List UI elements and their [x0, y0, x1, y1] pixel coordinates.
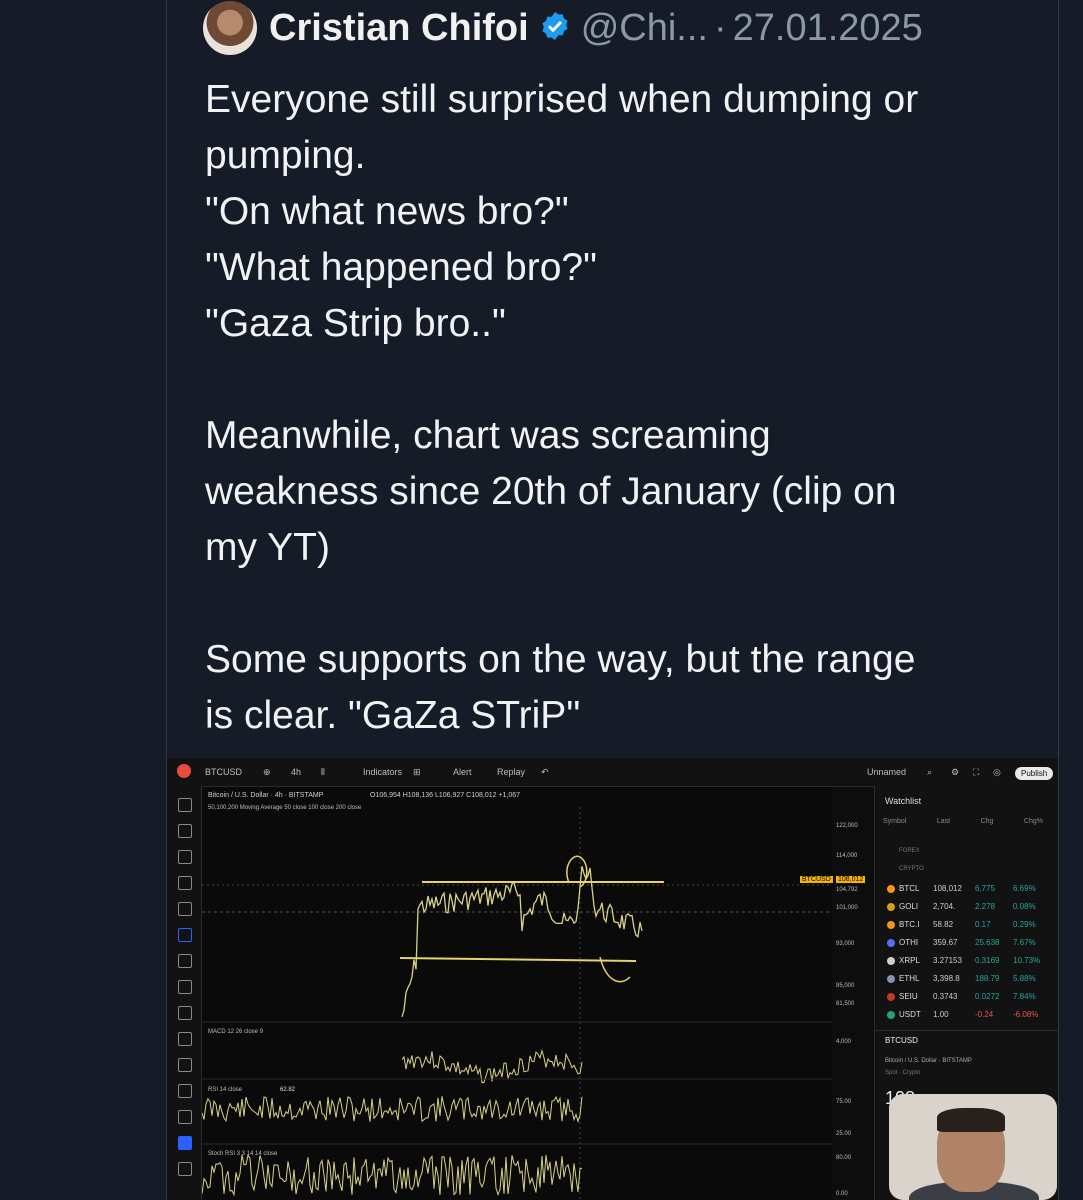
column-divider-right	[1058, 0, 1059, 1200]
watchlist-row[interactable]: GOLI 2,704. 2.278 0.08%	[887, 902, 1036, 916]
price-tick: 114,000	[836, 853, 858, 859]
rsi-value: 62.82	[280, 1087, 296, 1093]
lock-icon[interactable]	[178, 1084, 192, 1098]
emoji-icon[interactable]	[178, 980, 192, 994]
author-name[interactable]: Cristian Chifoi	[269, 7, 529, 50]
watchlist-row[interactable]: ETHL 3,398.8 188.79 5.88%	[887, 974, 1036, 988]
price-tick: 85,000	[836, 983, 855, 989]
rsi-tick: 25.00	[836, 1131, 852, 1137]
current-price-symbol: BTCUSD	[800, 876, 833, 883]
text-icon[interactable]	[178, 954, 192, 968]
templates-icon[interactable]: ⊞	[413, 767, 421, 778]
undo-icon[interactable]: ↶	[541, 767, 549, 778]
stoch-legend: Stoch RSI 3 3 14 14 close	[208, 1151, 278, 1157]
macd-legend: MACD 12 26 close 9	[208, 1029, 264, 1035]
chart-toolbar: BTCUSD ⊕ 4h ⫴ Indicators ⊞ Alert Replay …	[167, 758, 1058, 787]
person-hair	[937, 1108, 1005, 1132]
symbol-search[interactable]: BTCUSD	[205, 767, 242, 777]
brush-icon[interactable]	[178, 928, 192, 942]
watchlist-row[interactable]: BTC.I 58.82 0.17 0.29%	[887, 920, 1036, 934]
pattern-icon[interactable]	[178, 876, 192, 890]
indicators-button[interactable]: Indicators	[363, 767, 402, 777]
interval-button[interactable]: 4h	[291, 767, 301, 777]
detail-sub: Spot · Crypto	[885, 1070, 921, 1076]
coin-icon	[887, 920, 895, 929]
stoch-tick: 80.00	[836, 1155, 852, 1161]
watchlist-title[interactable]: Watchlist	[885, 796, 921, 806]
search-icon[interactable]: ⌕	[927, 767, 932, 778]
alert-button[interactable]: Alert	[453, 767, 472, 777]
tweet-text: Everyone still surprised when dumping or…	[205, 72, 1025, 744]
macd-tick: 4,000	[836, 1039, 852, 1045]
drawing-toolbar	[167, 786, 202, 1200]
verified-badge-icon	[539, 10, 571, 47]
watchlist-row[interactable]: USDT 1.00 -0.24 -6.08%	[887, 1010, 1038, 1024]
price-tick: 81,500	[836, 1001, 855, 1007]
replay-button[interactable]: Replay	[497, 767, 525, 777]
fib-icon[interactable]	[178, 850, 192, 864]
separator-dot: ·	[713, 6, 727, 49]
coin-icon	[887, 938, 895, 947]
layout-name[interactable]: Unnamed	[867, 767, 906, 777]
trendline-icon[interactable]	[178, 824, 192, 838]
favorites-icon[interactable]	[178, 1136, 192, 1150]
fullscreen-icon[interactable]: ⛶	[973, 767, 979, 778]
price-tick: 101,000	[836, 905, 858, 911]
ruler-icon[interactable]	[178, 1006, 192, 1020]
camera-icon[interactable]: ◎	[993, 767, 1001, 778]
price-tick: 93,000	[836, 941, 855, 947]
detail-name: Bitcoin / U.S. Dollar · BITSTAMP	[885, 1058, 972, 1064]
avatar[interactable]	[203, 1, 257, 55]
candles-icon[interactable]: ⫴	[321, 767, 325, 778]
coin-icon	[887, 992, 895, 1001]
chart-legend-title: Bitcoin / U.S. Dollar · 4h · BITSTAMP	[208, 792, 324, 799]
tweet-paragraph-1: Everyone still surprised when dumping or…	[205, 78, 919, 345]
magnet-icon[interactable]	[178, 1058, 192, 1072]
zoom-icon[interactable]	[178, 1032, 192, 1046]
section-forex[interactable]: FOREX	[899, 848, 920, 854]
coin-icon	[887, 1010, 895, 1019]
detail-symbol[interactable]: BTCUSD	[885, 1036, 918, 1045]
rsi-legend: RSI 14 close	[208, 1087, 243, 1093]
coin-icon	[887, 974, 895, 983]
trash-icon[interactable]	[178, 1162, 192, 1176]
rsi-tick: 75.00	[836, 1099, 852, 1105]
video-overlay[interactable]	[889, 1094, 1057, 1200]
section-crypto[interactable]: CRYPTO	[899, 866, 924, 872]
tweet-header: Cristian Chifoi @Chi... · 27.01.2025	[203, 1, 923, 55]
watchlist-row[interactable]: BTCL 108,012 6,775 6.69%	[887, 884, 1036, 898]
left-gutter	[0, 0, 166, 1200]
forecast-icon[interactable]	[178, 902, 192, 916]
watchlist-row[interactable]: XRPL 3.27153 0.3169 10.73%	[887, 956, 1040, 970]
watchlist-row[interactable]: OTHI 359.67 25.638 7.67%	[887, 938, 1036, 952]
tweet-paragraph-3: Some supports on the way, but the range …	[205, 638, 916, 737]
author-handle[interactable]: @Chi...	[581, 7, 708, 50]
coin-icon	[887, 956, 895, 965]
price-tick: 122,000	[836, 823, 858, 829]
watchlist-row[interactable]: SEIU 0.3743 0.0272 7.84%	[887, 992, 1036, 1006]
crosshair-icon[interactable]	[178, 798, 192, 812]
price-tick: 104,792	[836, 887, 858, 893]
settings-icon[interactable]: ⚙	[951, 767, 959, 778]
stoch-tick: 0.00	[836, 1191, 848, 1197]
chart-legend-ohlc: O106,954 H108,136 L106,927 C108,012 +1,0…	[370, 792, 520, 799]
eye-icon[interactable]	[178, 1110, 192, 1124]
coin-icon	[887, 884, 895, 893]
current-price: 108,012	[836, 876, 866, 883]
tweet-paragraph-2: Meanwhile, chart was screaming weakness …	[205, 414, 897, 569]
tweet-date[interactable]: 27.01.2025	[733, 7, 923, 50]
coin-icon	[887, 902, 895, 911]
publish-button[interactable]: Publish	[1015, 767, 1054, 780]
user-avatar-icon	[177, 764, 191, 778]
watchlist-columns: Symbol Last Chg Chg%	[883, 818, 1043, 825]
price-axis[interactable]: 122,000 114,000 BTCUSD 108,012 104,792 1…	[800, 787, 874, 1200]
price-chart[interactable]: Bitcoin / U.S. Dollar · 4h · BITSTAMP O1…	[202, 787, 832, 1200]
add-symbol-icon[interactable]: ⊕	[263, 767, 271, 778]
chart-legend-ma: 50,100,200 Moving Average 50 close 100 c…	[208, 805, 362, 811]
